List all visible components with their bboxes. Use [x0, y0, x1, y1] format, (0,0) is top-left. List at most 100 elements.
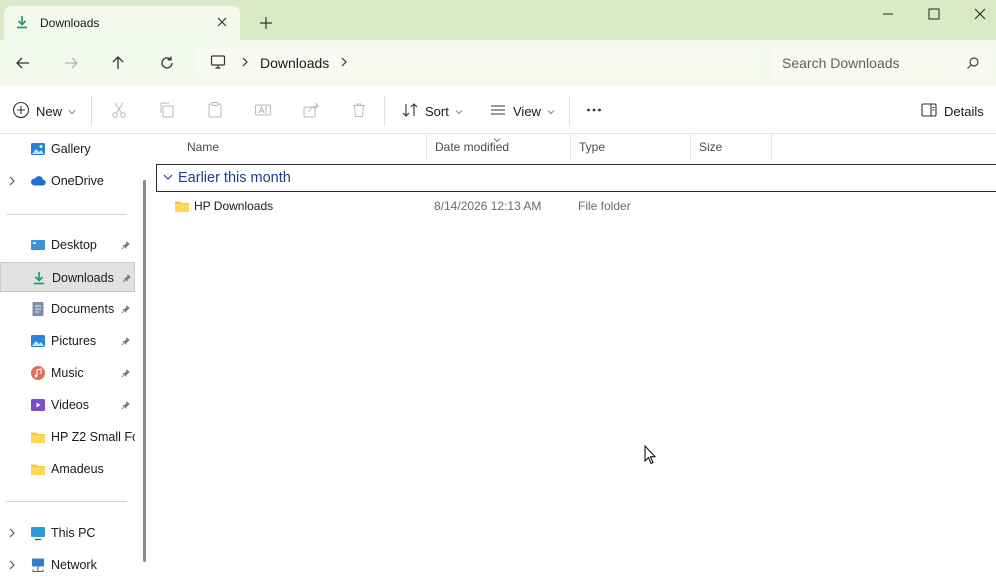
new-tab-button[interactable] [256, 13, 276, 33]
download-icon [14, 14, 30, 33]
video-icon [30, 397, 46, 413]
chevron-right-icon[interactable] [7, 559, 17, 573]
forward-button[interactable] [58, 50, 84, 76]
pin-icon[interactable] [121, 303, 131, 317]
sidebar-item-hp-z2[interactable]: HP Z2 Small For [0, 422, 135, 452]
sidebar-item-amadeus[interactable]: Amadeus [0, 454, 135, 484]
monitor-icon [210, 54, 226, 73]
folder-icon [30, 429, 46, 445]
close-window-button[interactable] [960, 2, 996, 26]
chevron-down-icon [455, 104, 463, 119]
pin-icon[interactable] [121, 239, 131, 253]
share-button[interactable] [300, 100, 322, 122]
sidebar-item-videos[interactable]: Videos [0, 390, 135, 420]
details-button[interactable]: Details [920, 98, 984, 124]
folder-icon [30, 461, 46, 477]
chevron-right-icon[interactable] [7, 175, 17, 189]
more-icon [585, 101, 603, 122]
copy-button[interactable] [156, 100, 178, 122]
copy-icon [158, 101, 176, 122]
back-button[interactable] [10, 50, 36, 76]
pin-icon[interactable] [121, 399, 131, 413]
sort-label: Sort [425, 103, 449, 119]
clipboard-icon [206, 101, 224, 122]
chevron-right-icon[interactable] [7, 527, 17, 541]
pin-icon[interactable] [122, 272, 132, 286]
network-icon [30, 557, 46, 573]
sidebar-item-desktop[interactable]: Desktop [0, 230, 135, 260]
new-button[interactable]: New [12, 98, 76, 124]
column-header-date[interactable]: Date modified [427, 134, 571, 160]
download-icon [31, 270, 47, 286]
command-bar: New Sort View Details [0, 86, 996, 134]
breadcrumb-downloads[interactable]: Downloads [260, 55, 329, 71]
navigation-pane: Gallery OneDrive Desktop Downloads Docum… [0, 134, 150, 587]
tab-downloads[interactable]: Downloads [4, 6, 240, 40]
close-tab-icon[interactable] [214, 14, 230, 30]
table-row[interactable]: HP Downloads 8/14/2026 12:13 AM File fol… [170, 195, 990, 217]
divider [6, 214, 127, 215]
chevron-down-icon [68, 104, 76, 119]
file-list: Name Date modified Type Size Earlier thi… [150, 134, 996, 587]
file-date: 8/14/2026 12:13 AM [434, 199, 542, 213]
chevron-down-icon [547, 104, 555, 119]
details-label: Details [944, 103, 984, 119]
pin-icon[interactable] [121, 335, 131, 349]
chevron-right-icon[interactable] [339, 56, 349, 70]
group-header[interactable]: Earlier this month [156, 164, 996, 192]
divider [6, 501, 127, 502]
sidebar-item-label: This PC [51, 526, 96, 540]
more-options-button[interactable] [583, 100, 605, 122]
maximize-button[interactable] [914, 2, 954, 26]
sidebar-item-documents[interactable]: Documents [0, 294, 135, 324]
search-box[interactable] [770, 47, 992, 79]
paste-button[interactable] [204, 100, 226, 122]
sidebar-item-label: Amadeus [51, 462, 104, 476]
sidebar-item-pictures[interactable]: Pictures [0, 326, 135, 356]
search-input[interactable] [782, 55, 962, 71]
column-header-name[interactable]: Name [179, 134, 427, 160]
pin-icon[interactable] [121, 367, 131, 381]
sidebar-item-this-pc[interactable]: This PC [0, 518, 135, 548]
chevron-right-icon[interactable] [240, 56, 250, 70]
desktop-icon [30, 237, 46, 253]
music-icon [30, 365, 46, 381]
column-header-size[interactable]: Size [691, 134, 772, 160]
sidebar-item-gallery[interactable]: Gallery [0, 134, 135, 164]
sidebar-item-music[interactable]: Music [0, 358, 135, 388]
folder-icon [174, 198, 190, 217]
pc-icon [30, 525, 46, 541]
divider [384, 96, 385, 126]
file-type: File folder [578, 199, 631, 213]
view-button[interactable]: View [489, 98, 555, 124]
delete-button[interactable] [348, 100, 370, 122]
minimize-button[interactable] [868, 2, 908, 26]
up-button[interactable] [105, 50, 131, 76]
tab-label: Downloads [40, 16, 100, 30]
address-row: Downloads [0, 40, 996, 86]
sidebar-item-label: Network [51, 558, 97, 572]
new-label: New [36, 103, 63, 119]
plus-circle-icon [12, 101, 30, 122]
search-icon[interactable] [966, 56, 980, 73]
sidebar-scrollbar[interactable] [143, 180, 146, 562]
mouse-cursor-icon [644, 444, 658, 468]
sort-button[interactable]: Sort [401, 98, 463, 124]
address-bar[interactable]: Downloads [198, 47, 760, 79]
sidebar-item-label: HP Z2 Small For [51, 430, 135, 444]
gallery-icon [30, 141, 46, 157]
cut-button[interactable] [108, 100, 130, 122]
scissors-icon [110, 101, 128, 122]
refresh-button[interactable] [154, 50, 180, 76]
sort-icon [401, 101, 419, 122]
divider [569, 96, 570, 126]
chevron-down-icon[interactable] [163, 171, 173, 185]
group-label: Earlier this month [178, 170, 291, 186]
sidebar-item-downloads[interactable]: Downloads [0, 262, 135, 292]
sidebar-item-label: Gallery [51, 142, 91, 156]
column-header-type[interactable]: Type [571, 134, 691, 160]
rename-button[interactable] [252, 100, 274, 122]
sidebar-item-onedrive[interactable]: OneDrive [0, 166, 135, 196]
sidebar-item-network[interactable]: Network [0, 550, 135, 580]
pictures-icon [30, 333, 46, 349]
